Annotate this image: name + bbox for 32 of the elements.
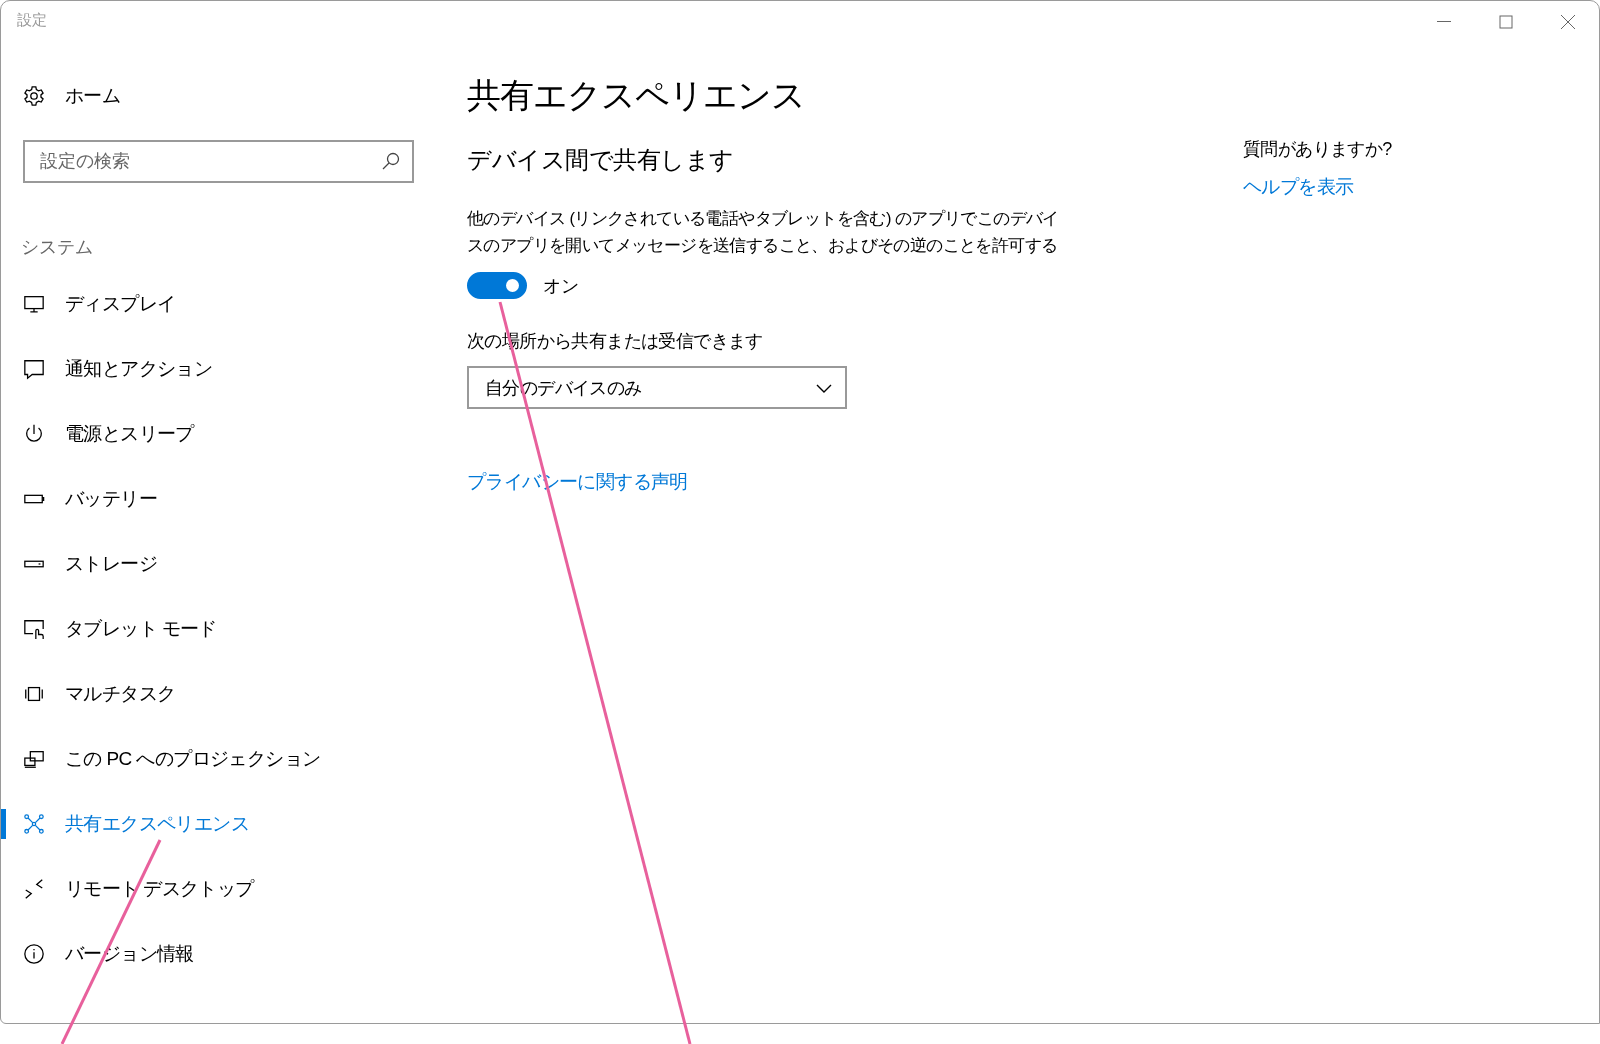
speech-bubble-icon <box>23 357 45 380</box>
maximize-icon <box>1499 14 1513 29</box>
close-icon <box>1561 14 1575 29</box>
network-nodes-icon <box>23 812 45 835</box>
sidebar-item[interactable]: ストレージ <box>23 550 157 577</box>
sidebar-item[interactable]: この PC へのプロジェクション <box>23 745 321 772</box>
tablet-touch-icon <box>23 617 45 640</box>
window-title: 設定 <box>17 11 47 30</box>
sidebar-item[interactable]: ディスプレイ <box>23 290 176 317</box>
toggle-label: オン <box>543 274 579 298</box>
settings-icon <box>23 85 45 107</box>
section-title: デバイス間で共有します <box>467 145 734 175</box>
remote-desktop-icon <box>23 877 45 900</box>
search-field[interactable]: 設定の検索 <box>23 140 414 183</box>
sidebar-item[interactable]: 電源とスリープ <box>23 420 194 447</box>
power-icon <box>23 422 45 445</box>
sidebar-item[interactable]: マルチタスク <box>23 680 176 707</box>
sidebar-item[interactable]: 共有エクスペリエンス <box>23 810 249 837</box>
help-question: 質問がありますか? <box>1243 138 1392 161</box>
home-nav-item[interactable]: ホーム <box>23 76 121 116</box>
sidebar-item[interactable]: リモート デスクトップ <box>23 875 254 902</box>
minimize-icon <box>1437 21 1451 22</box>
info-icon <box>23 942 45 965</box>
help-link[interactable]: ヘルプを表示 <box>1243 174 1354 200</box>
section-heading: システム <box>21 236 93 259</box>
sidebar-item[interactable]: 通知とアクション <box>23 355 213 382</box>
sidebar-item[interactable]: バッテリー <box>23 485 157 512</box>
page-title: 共有エクスペリエンス <box>467 75 805 116</box>
sidebar-item[interactable]: タブレット モード <box>23 615 217 642</box>
search-icon[interactable] <box>382 152 400 170</box>
description-text: 他のデバイス (リンクされている電話やタブレットを含む) のアプリでこのデバイスのアプリを開いてメッセージを送信すること、およびその逆のことを許可する <box>467 208 1060 256</box>
toggle-switch[interactable] <box>467 272 527 299</box>
